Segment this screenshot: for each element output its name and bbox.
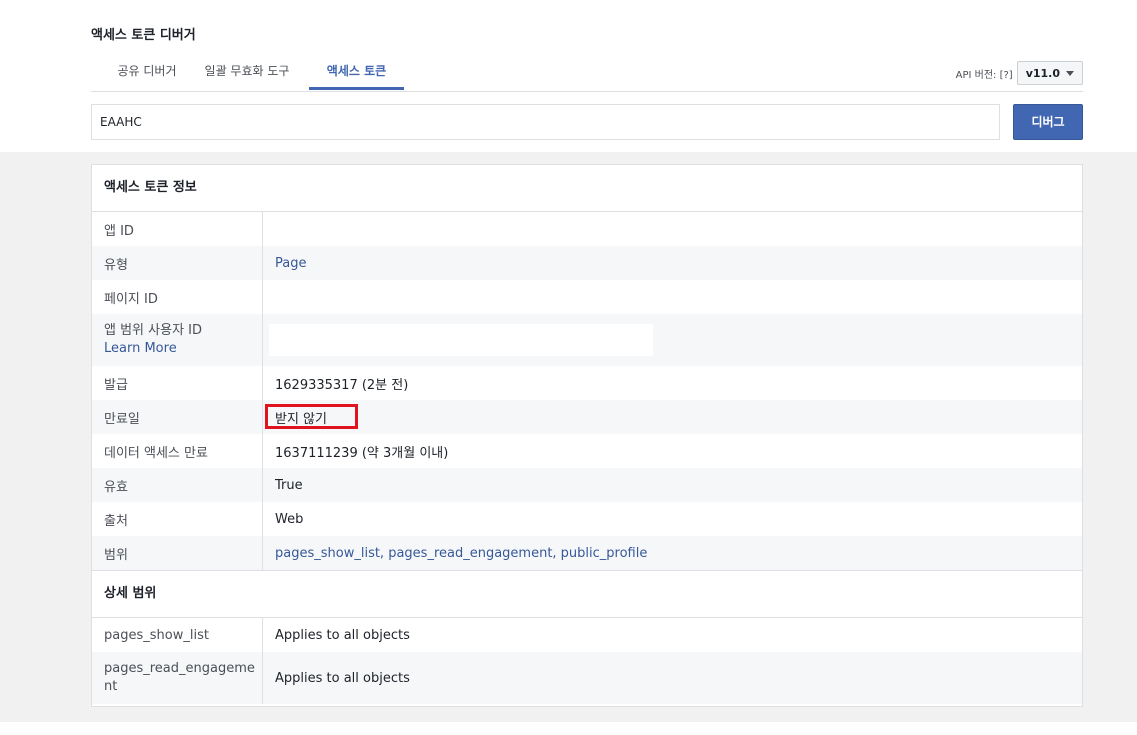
issued-value: 1629335317 (2분 전) [275,377,409,393]
scope-name: pages_read_engagement [92,652,263,704]
row-label-container: 앱 범위 사용자 ID Learn More [92,314,263,366]
tab-batch-invalidator[interactable]: 일괄 무효화 도구 [201,56,293,90]
row-label: 출처 [92,502,263,536]
tab-access-token[interactable]: 액세스 토큰 [309,56,404,90]
tab-sharing-debugger[interactable]: 공유 디버거 [107,56,187,90]
tab-bar: 공유 디버거 일괄 무효화 도구 액세스 토큰 API 버전: [?] v11.… [91,56,1083,92]
info-row-scopes: 범위 pages_show_list, pages_read_engagemen… [92,536,1082,570]
type-value-link[interactable]: Page [275,256,306,271]
row-label: 앱 범위 사용자 ID [104,323,203,338]
page-id-value [263,280,1082,314]
row-label: 페이지 ID [92,280,263,314]
table-row: pages_read_engagement Applies to all obj… [92,652,1082,704]
learn-more-link[interactable]: Learn More [104,340,262,358]
info-row-type: 유형 Page [92,246,1082,280]
granular-scopes-heading: 상세 범위 [92,570,1082,618]
info-row-valid: 유효 True [92,468,1082,502]
row-label: 만료일 [92,400,263,434]
row-label: 발급 [92,366,263,400]
scope-target: Applies to all objects [275,670,410,686]
api-version-value: v11.0 [1025,66,1060,80]
table-row: pages_show_list Applies to all objects [92,618,1082,652]
info-row-issued: 발급 1629335317 (2분 전) [92,366,1082,400]
debug-button[interactable]: 디버그 [1013,104,1083,140]
highlight-box [265,404,358,429]
row-label: 범위 [92,536,263,570]
info-row-page-id: 페이지 ID [92,280,1082,314]
page-title: 액세스 토큰 디버거 [91,28,196,43]
api-version-select[interactable]: v11.0 [1016,61,1083,85]
row-label: 데이터 액세스 만료 [92,434,263,468]
app-scoped-user-id-value [269,324,653,356]
info-row-origin: 출처 Web [92,502,1082,536]
data-access-expires-value: 1637111239 (약 3개월 이내) [275,445,449,461]
scope-target: Applies to all objects [275,627,410,643]
row-label: 유효 [92,468,263,502]
app-id-value [263,212,1082,246]
info-row-app-scoped-user-id: 앱 범위 사용자 ID Learn More [92,314,1082,366]
api-version-area: API 버전: [?] v11.0 [956,61,1083,85]
row-label: 앱 ID [92,212,263,246]
results-panel: 액세스 토큰 정보 앱 ID 유형 Page 페이지 ID 앱 범위 사용자 I… [91,164,1083,707]
info-row-data-access-expires: 데이터 액세스 만료 1637111239 (약 3개월 이내) [92,434,1082,468]
scope-name: pages_show_list [92,618,263,652]
api-version-label: API 버전: [?] [955,69,1013,81]
scopes-value-link[interactable]: pages_show_list, pages_read_engagement, … [275,546,647,561]
origin-value: Web [275,511,304,527]
access-token-input[interactable] [91,104,1000,140]
info-row-app-id: 앱 ID [92,212,1082,246]
access-token-info-heading: 액세스 토큰 정보 [92,165,1082,212]
row-label: 유형 [92,246,263,280]
info-row-expires: 만료일 받지 않기 [92,400,1082,434]
valid-value: True [275,477,303,493]
chevron-down-icon [1066,70,1074,76]
header-area: 액세스 토큰 디버거 공유 디버거 일괄 무효화 도구 액세스 토큰 API 버… [0,0,1137,152]
